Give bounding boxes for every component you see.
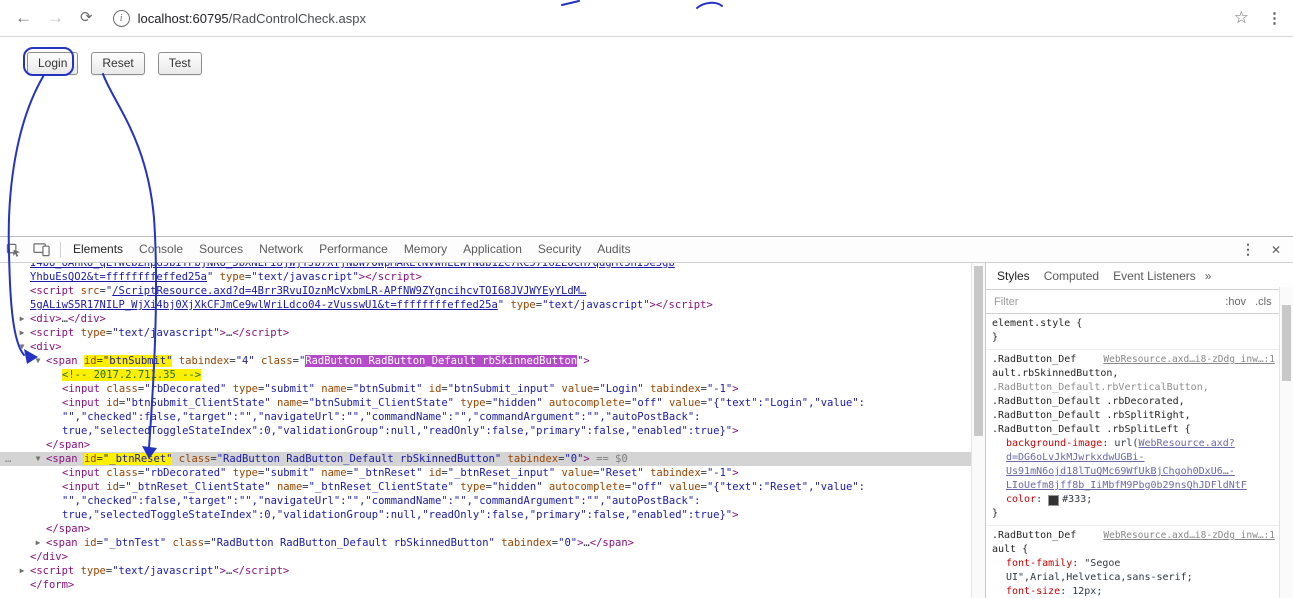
toolbar-divider: [60, 241, 61, 258]
reset-button[interactable]: Reset: [91, 52, 145, 75]
stylesheet-source-link[interactable]: WebResource.axd…i8-zDdg inw…:1: [1097, 529, 1275, 543]
filter-toggles: :hov.cls+: [1216, 296, 1287, 308]
test-button[interactable]: Test: [157, 52, 202, 75]
expand-arrow-icon[interactable]: ▶: [16, 564, 28, 578]
resource-link[interactable]: LIoUefm8jff8b_IiMbfM9Pbg0b29nsQhJDFldNtF: [1006, 479, 1247, 493]
elements-tree: I4bU_oAnKU_qLTWcbZhpG5bITFbjNKU_5bXNLFI8…: [0, 263, 985, 592]
url-host: localhost:60795: [137, 10, 229, 26]
styles-filter-bar: :hov.cls+: [986, 290, 1293, 314]
devtools-close-icon[interactable]: ✕: [1267, 243, 1293, 257]
bookmark-star-icon[interactable]: ☆: [1234, 8, 1249, 28]
more-actions-icon[interactable]: …: [5, 452, 11, 466]
code-line[interactable]: "","checked":false,"target":"","navigate…: [0, 410, 985, 424]
reload-icon[interactable]: ⟳: [80, 0, 93, 36]
styles-sidebar: StylesComputedEvent Listeners» :hov.cls+…: [986, 263, 1293, 598]
devtools-panel: Elements Console Sources Network Performance…: [0, 236, 1293, 598]
elements-panel: I4bU_oAnKU_qLTWcbZhpG5bITFbjNKU_5bXNLFI8…: [0, 263, 986, 598]
code-line[interactable]: <script src="/ScriptResource.axd?d=4Brr3…: [0, 284, 985, 298]
devtools-tabs: Elements Console Sources Network Performance…: [65, 237, 639, 262]
code-line[interactable]: </span>: [0, 522, 985, 536]
devtools-tab-memory[interactable]: Memory: [396, 237, 455, 262]
forward-icon[interactable]: →: [47, 0, 64, 36]
sidebar-tab-computed[interactable]: Computed: [1037, 269, 1106, 283]
collapse-arrow-icon[interactable]: ▼: [32, 452, 44, 466]
inspect-element-icon[interactable]: [0, 237, 27, 262]
code-line[interactable]: ▶ <script type="text/javascript">…</scrip…: [0, 326, 985, 340]
code-line[interactable]: YhbuEsQO2&t=ffffffffeffed25a" type="text…: [0, 270, 985, 284]
code-line[interactable]: ▼ <span id="btnSubmit" tabindex="4" class…: [0, 354, 985, 368]
code-line[interactable]: <input id="btnSubmit_ClientState" name="…: [0, 396, 985, 410]
scrollbar-thumb[interactable]: [974, 266, 983, 436]
code-line[interactable]: <!-- 2017.2.711.35 -->: [0, 368, 985, 382]
stylesheet-source-link[interactable]: WebResource.axd…i8-zDdg inw…:1: [1097, 353, 1275, 367]
elements-scrollbar[interactable]: [971, 263, 985, 598]
devtools-tab-network[interactable]: Network: [251, 237, 311, 262]
devtools-menu-icon[interactable]: ⋮: [1229, 241, 1267, 258]
address-bar[interactable]: localhost:60795/RadControlCheck.aspx: [138, 11, 366, 26]
collapse-arrow-icon[interactable]: ▼: [16, 340, 28, 354]
tab-overflow-icon[interactable]: »: [1205, 269, 1212, 283]
devtools-toolbar: Elements Console Sources Network Performance…: [0, 237, 1293, 263]
code-line[interactable]: </form>: [0, 578, 985, 592]
back-icon[interactable]: ←: [15, 0, 32, 36]
devtools-tab-security[interactable]: Security: [530, 237, 589, 262]
devtools-tab-elements[interactable]: Elements: [65, 237, 131, 262]
pseudo-state-toggle[interactable]: :hov: [1225, 296, 1246, 308]
device-toolbar-icon[interactable]: [27, 237, 56, 262]
browser-window: ← → ⟳ i localhost:60795/RadControlCheck.…: [0, 0, 1293, 598]
scrollbar-thumb[interactable]: [1282, 305, 1291, 381]
class-toggle[interactable]: .cls: [1255, 296, 1272, 308]
devtools-tab-application[interactable]: Application: [455, 237, 530, 262]
resource-link[interactable]: WebResource.axd?: [1138, 437, 1234, 451]
code-line[interactable]: ▼ <div>: [0, 340, 985, 354]
browser-toolbar: ← → ⟳ i localhost:60795/RadControlCheck.…: [0, 0, 1293, 37]
page-info-icon[interactable]: i: [112, 9, 130, 27]
code-line[interactable]: <input class="rbDecorated" type="submit"…: [0, 466, 985, 480]
styles-rules: element.style {} .RadButton_Def WebResourc…: [986, 314, 1293, 598]
devtools-tab-console[interactable]: Console: [131, 237, 191, 262]
code-line[interactable]: <input id="_btnReset_ClientState" name="…: [0, 480, 985, 494]
code-line[interactable]: ▶ <div>…</div>: [0, 312, 985, 326]
code-line[interactable]: </span>: [0, 438, 985, 452]
code-line[interactable]: </div>: [0, 550, 985, 564]
browser-menu-icon[interactable]: ⋮: [1267, 9, 1282, 27]
color-swatch[interactable]: [1048, 495, 1060, 506]
style-rule[interactable]: .RadButton_Def WebResource.axd…i8-zDdg in…: [986, 350, 1293, 526]
resource-link[interactable]: d=DG6oLvJkMJwrkxdwUGBi-: [1006, 451, 1144, 465]
sidebar-tab-event-listeners[interactable]: Event Listeners: [1106, 269, 1203, 283]
expand-arrow-icon[interactable]: ▶: [32, 536, 44, 550]
devtools-tab-audits[interactable]: Audits: [589, 237, 638, 262]
code-line[interactable]: true,"selectedToggleStateIndex":0,"valid…: [0, 508, 985, 522]
style-rule[interactable]: .RadButton_Def WebResource.axd…i8-zDdg in…: [986, 526, 1293, 598]
login-button[interactable]: Login: [27, 52, 79, 75]
styles-scrollbar[interactable]: [1279, 287, 1293, 598]
code-line[interactable]: ▶ <script type="text/javascript">…</scrip…: [0, 564, 985, 578]
expand-arrow-icon[interactable]: ▶: [16, 326, 28, 340]
code-line[interactable]: <input class="rbDecorated" type="submit"…: [0, 382, 985, 396]
code-line[interactable]: "","checked":false,"target":"","navigate…: [0, 494, 985, 508]
style-rule[interactable]: element.style {}: [986, 314, 1293, 350]
collapse-arrow-icon[interactable]: ▼: [32, 354, 44, 368]
code-line[interactable]: ▼… <span id="_btnReset" class="RadButton …: [0, 452, 985, 466]
expand-arrow-icon[interactable]: ▶: [16, 312, 28, 326]
styles-pane-tabs: Styles Computed Event Listeners»: [986, 263, 1293, 290]
page-content: Login Reset Test: [0, 37, 1293, 236]
code-line[interactable]: 5gALiwS5R17NILP_WjXi4bj0XjXkCFJmCe9wlWri…: [0, 298, 985, 312]
code-line[interactable]: true,"selectedToggleStateIndex":0,"valid…: [0, 424, 985, 438]
styles-filter-input[interactable]: [992, 294, 1217, 309]
code-line[interactable]: I4bU_oAnKU_qLTWcbZhpG5bITFbjNKU_5bXNLFI8…: [0, 263, 985, 270]
sidebar-tab-styles[interactable]: Styles: [990, 269, 1037, 283]
devtools-tab-sources[interactable]: Sources: [191, 237, 251, 262]
resource-link[interactable]: Us91mN6ojd18lTuQMc69WfUkBjChgoh0DxU6…-: [1006, 465, 1235, 479]
code-line[interactable]: ▶ <span id="_btnTest" class="RadButton Ra…: [0, 536, 985, 550]
devtools-tab-performance[interactable]: Performance: [311, 237, 396, 262]
url-path: /RadControlCheck.aspx: [228, 10, 366, 26]
